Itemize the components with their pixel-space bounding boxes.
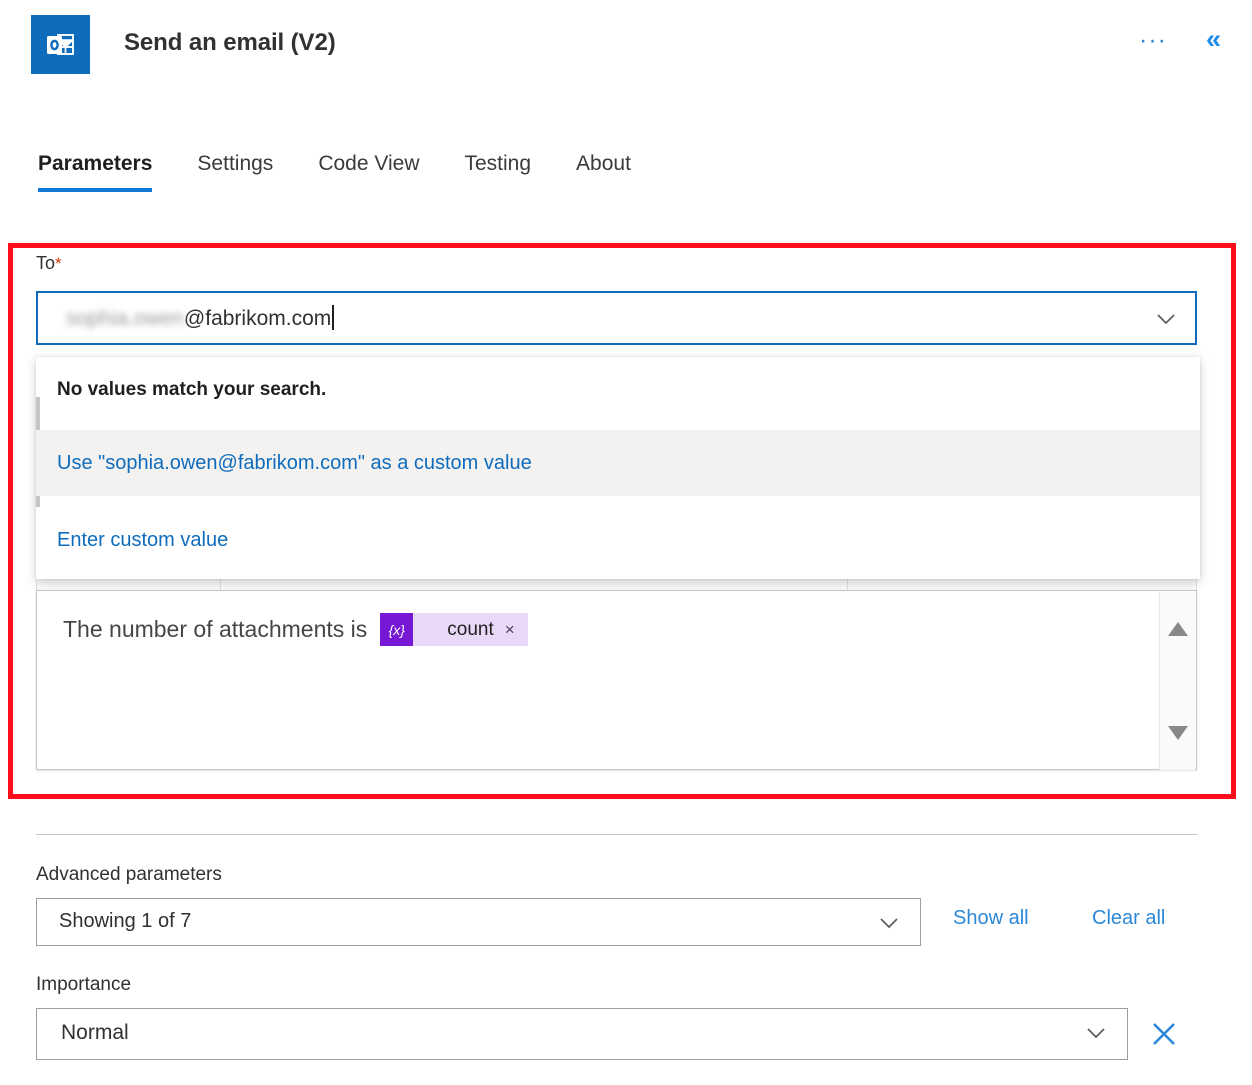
scroll-up-icon[interactable] <box>1168 622 1188 636</box>
to-value-redacted: sophia.owen <box>66 307 184 330</box>
close-icon[interactable] <box>1148 1018 1180 1050</box>
body-content-line: The number of attachments is {x} count × <box>63 613 528 646</box>
outlook-icon <box>31 15 90 74</box>
chevron-down-icon[interactable] <box>878 912 900 934</box>
tab-testing[interactable]: Testing <box>465 152 532 192</box>
required-asterisk: * <box>55 254 62 273</box>
email-body-editor[interactable]: The number of attachments is {x} count × <box>36 590 1197 770</box>
tab-settings[interactable]: Settings <box>197 152 273 192</box>
body-static-text: The number of attachments is <box>63 616 367 643</box>
expression-icon: {x} <box>380 613 414 646</box>
text-cursor <box>332 305 335 330</box>
chevron-down-icon[interactable] <box>1085 1022 1107 1044</box>
token-name: count <box>447 618 494 640</box>
to-field-dropdown[interactable]: No values match your search. Use "sophia… <box>36 357 1200 579</box>
importance-value: Normal <box>61 1021 129 1044</box>
page-title: Send an email (V2) <box>124 29 336 56</box>
tab-about[interactable]: About <box>576 152 631 192</box>
to-input[interactable]: sophia.owen@fabrikom.com <box>36 291 1197 345</box>
to-input-value: sophia.owen@fabrikom.com <box>66 305 335 331</box>
advanced-parameters-value: Showing 1 of 7 <box>59 910 192 932</box>
panel-header: Send an email (V2) ··· « <box>0 0 1252 92</box>
tab-bar: Parameters Settings Code View Testing Ab… <box>38 152 631 192</box>
collapse-panel-icon[interactable]: « <box>1206 26 1221 53</box>
to-value-visible: @fabrikom.com <box>183 307 332 330</box>
more-options-icon[interactable]: ··· <box>1139 28 1167 53</box>
importance-select[interactable]: Normal <box>36 1008 1128 1060</box>
clear-all-link[interactable]: Clear all <box>1092 907 1165 930</box>
to-field-label: To* <box>36 253 62 274</box>
dropdown-item-enter-custom-value[interactable]: Enter custom value <box>36 507 1200 573</box>
advanced-parameters-select[interactable]: Showing 1 of 7 <box>36 898 921 946</box>
scroll-down-icon[interactable] <box>1168 726 1188 740</box>
body-scrollbar[interactable] <box>1159 592 1195 770</box>
token-label-wrap: count × <box>413 613 527 646</box>
token-remove-icon[interactable]: × <box>505 620 515 640</box>
importance-label: Importance <box>36 974 132 995</box>
tab-parameters[interactable]: Parameters <box>38 152 153 192</box>
show-all-link[interactable]: Show all <box>953 907 1029 930</box>
no-results-message: No values match your search. <box>57 379 327 400</box>
tab-code-view[interactable]: Code View <box>318 152 419 192</box>
body-text-plain: The number of attachments is <box>63 616 368 642</box>
to-label-text: To <box>36 253 56 273</box>
dropdown-item-use-custom-value[interactable]: Use "sophia.owen@fabrikom.com" as a cust… <box>36 430 1200 496</box>
section-divider <box>36 834 1197 835</box>
dynamic-content-token[interactable]: {x} count × <box>380 613 528 646</box>
advanced-parameters-label: Advanced parameters <box>36 864 222 885</box>
chevron-down-icon[interactable] <box>1155 308 1177 330</box>
